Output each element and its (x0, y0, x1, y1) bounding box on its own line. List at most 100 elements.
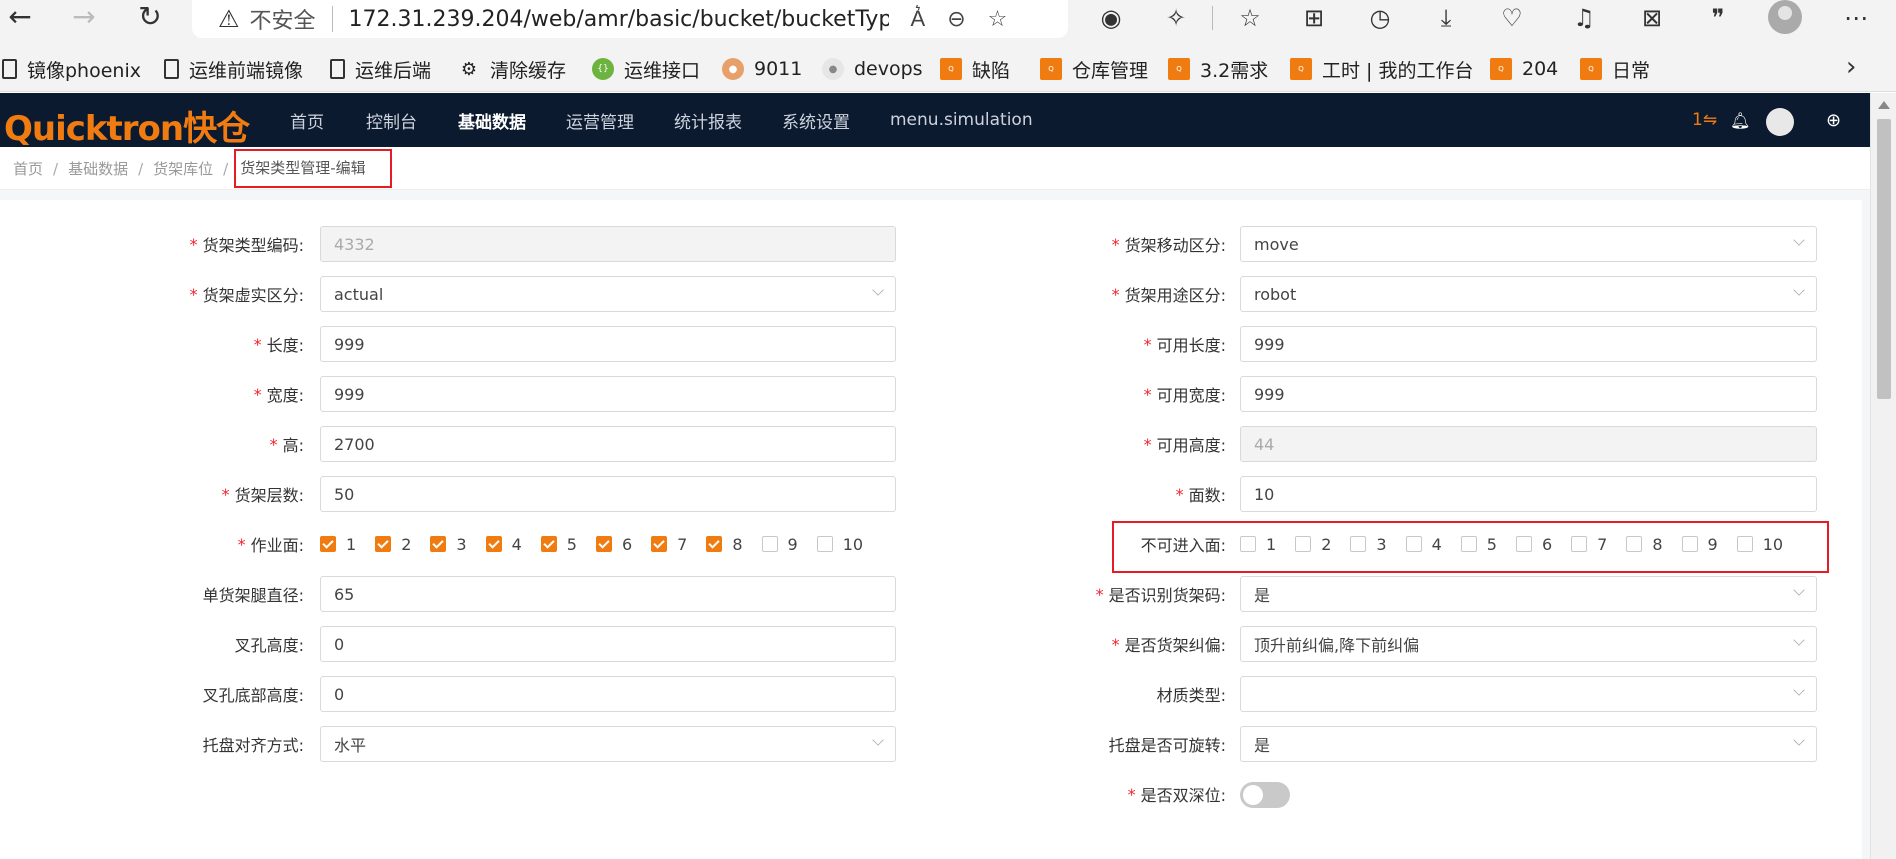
height-input[interactable]: 2700 (320, 426, 896, 462)
url-text[interactable]: 172.31.239.204/web/amr/basic/bucket/buck… (349, 7, 889, 32)
more-menu-icon[interactable]: ⋯ (1838, 2, 1874, 34)
virtual-select[interactable]: actual (320, 276, 896, 312)
address-bar[interactable]: ⚠ 不安全 172.31.239.204/web/amr/basic/bucke… (192, 0, 1068, 38)
menu-reports[interactable]: 统计报表 (674, 93, 742, 147)
quicktron-icon: Q (940, 58, 962, 80)
bookmark-7[interactable]: Q 缺陷 (940, 54, 1010, 84)
favorites-icon[interactable]: ☆ (1232, 2, 1268, 34)
work-face-checkbox-8[interactable]: 8 (706, 535, 743, 554)
checkbox-checked-icon[interactable] (706, 536, 723, 552)
move-type-select[interactable]: move (1240, 226, 1817, 262)
faces-input[interactable]: 10 (1240, 476, 1817, 512)
usable-height-input: 44 (1240, 426, 1817, 462)
fork-bottom-input[interactable]: 0 (320, 676, 896, 712)
work-face-checkbox-5[interactable]: 5 (540, 535, 577, 554)
bookmark-12[interactable]: Q 日常 (1580, 54, 1650, 84)
checkbox-checked-icon[interactable] (430, 536, 447, 552)
history-icon[interactable]: ◷ (1362, 2, 1398, 34)
health-icon[interactable]: ♡ (1494, 2, 1530, 34)
work-face-checkbox-6[interactable]: 6 (595, 535, 632, 554)
bell-icon[interactable]: 🔔︎ (1730, 93, 1750, 147)
browser-toolbar: ← → ↻ ⚠ 不安全 172.31.239.204/web/amr/basic… (0, 0, 1896, 46)
checkbox-empty-icon[interactable] (761, 536, 778, 552)
extension-icon[interactable]: ◉ (1093, 2, 1129, 34)
deviation-select[interactable]: 顶升前纠偏,降下前纠偏 (1240, 626, 1817, 662)
width-input[interactable]: 999 (320, 376, 896, 412)
work-face-checkbox-2[interactable]: 2 (375, 535, 411, 554)
bookmark-4[interactable]: {} 运维接口 (592, 54, 700, 84)
forward-icon[interactable]: → (64, 0, 104, 33)
profile-avatar[interactable] (1768, 0, 1802, 34)
work-face-checkbox-1[interactable]: 1 (320, 535, 356, 554)
security-label: 不安全 (249, 9, 316, 34)
checkbox-checked-icon[interactable] (540, 536, 557, 552)
scroll-up-icon[interactable] (1878, 101, 1890, 109)
usage-type-select[interactable]: robot (1240, 276, 1817, 312)
work-face-checkbox-7[interactable]: 7 (651, 535, 687, 554)
menu-simulation[interactable]: menu.simulation (890, 93, 1033, 147)
checkbox-empty-icon[interactable] (816, 536, 833, 552)
checkbox-checked-icon[interactable] (595, 536, 612, 552)
scroll-thumb[interactable] (1877, 119, 1891, 399)
fork-height-input[interactable]: 0 (320, 626, 896, 662)
collections-icon[interactable]: ⊞ (1296, 2, 1332, 34)
menu-home[interactable]: 首页 (290, 93, 324, 147)
layers-input[interactable]: 50 (320, 476, 896, 512)
length-input[interactable]: 999 (320, 326, 896, 362)
work-face-checkbox-4[interactable]: 4 (485, 535, 522, 554)
menu-operations[interactable]: 运营管理 (566, 93, 634, 147)
download-icon[interactable]: ⤓ (1428, 2, 1464, 34)
recognize-code-select[interactable]: 是 (1240, 576, 1817, 612)
chevron-right-icon[interactable]: › (1846, 52, 1856, 82)
pallet-rotate-select[interactable]: 是 (1240, 726, 1817, 762)
bookmark-5[interactable]: ● 9011 (722, 54, 802, 84)
leg-diameter-input[interactable]: 65 (320, 576, 896, 612)
double-deep-switch[interactable] (1240, 782, 1290, 808)
usable-length-input[interactable]: 999 (1240, 326, 1817, 362)
notice-count[interactable]: 1⇋ (1692, 93, 1717, 147)
bookmark-6[interactable]: ● devops (822, 54, 923, 84)
work-face-checkbox-9[interactable]: 9 (761, 534, 798, 554)
bell-icon[interactable]: ♫ (1566, 2, 1602, 34)
checkbox-checked-icon[interactable] (651, 536, 668, 552)
read-aloud-icon[interactable]: A͛ (911, 6, 926, 32)
bookmark-8[interactable]: Q 仓库管理 (1040, 54, 1148, 84)
zoom-icon[interactable]: ⊖ (947, 7, 965, 32)
bookmark-3[interactable]: ⚙ 清除缓存 (458, 54, 566, 84)
checkbox-checked-icon[interactable] (320, 536, 336, 552)
checkbox-label: 10 (842, 534, 864, 554)
work-face-checkbox-10[interactable]: 10 (816, 534, 864, 554)
material-select[interactable] (1240, 676, 1817, 712)
puzzle-icon[interactable]: ✧ (1158, 2, 1194, 34)
work-face-checkbox-3[interactable]: 3 (430, 535, 467, 554)
menu-settings[interactable]: 系统设置 (782, 93, 850, 147)
warning-icon: ⚠ (218, 5, 240, 33)
checkbox-label: 7 (677, 534, 688, 554)
bookmark-9[interactable]: Q 3.2需求 (1168, 54, 1268, 84)
menu-console[interactable]: 控制台 (366, 93, 417, 147)
menu-basic-data[interactable]: 基础数据 (458, 93, 526, 147)
globe-icon[interactable]: ⊕ (1826, 93, 1841, 147)
breadcrumb-basic-data[interactable]: 基础数据 (68, 158, 128, 179)
bookmark-10[interactable]: Q 工时 | 我的工作台 (1290, 54, 1473, 84)
pallet-align-select[interactable]: 水平 (320, 726, 896, 762)
checkbox-checked-icon[interactable] (375, 536, 392, 552)
bookmark-0[interactable]: 镜像phoenix (2, 54, 141, 84)
scrollbar[interactable] (1870, 93, 1896, 859)
checkbox-checked-icon[interactable] (485, 536, 502, 552)
quicktron-icon: Q (1290, 58, 1312, 80)
add-favorite-icon[interactable]: ☆ (988, 7, 1008, 32)
back-icon[interactable]: ← (0, 0, 40, 33)
bookmark-11[interactable]: Q 204 (1490, 54, 1558, 84)
bookmark-1[interactable]: 运维前端镜像 (164, 54, 303, 84)
checkbox-label: 9 (787, 534, 798, 554)
breadcrumb-home[interactable]: 首页 (13, 158, 43, 179)
breadcrumb-bucket-location[interactable]: 货架库位 (153, 158, 213, 179)
quicktron-icon: Q (1168, 58, 1190, 80)
usable-width-input[interactable]: 999 (1240, 376, 1817, 412)
excel-icon[interactable]: ⊠ (1634, 2, 1670, 34)
quote-icon[interactable]: ❞ (1700, 2, 1736, 34)
user-avatar[interactable] (1766, 108, 1794, 136)
bookmark-2[interactable]: 运维后端 (330, 54, 431, 84)
refresh-icon[interactable]: ↻ (130, 0, 170, 33)
